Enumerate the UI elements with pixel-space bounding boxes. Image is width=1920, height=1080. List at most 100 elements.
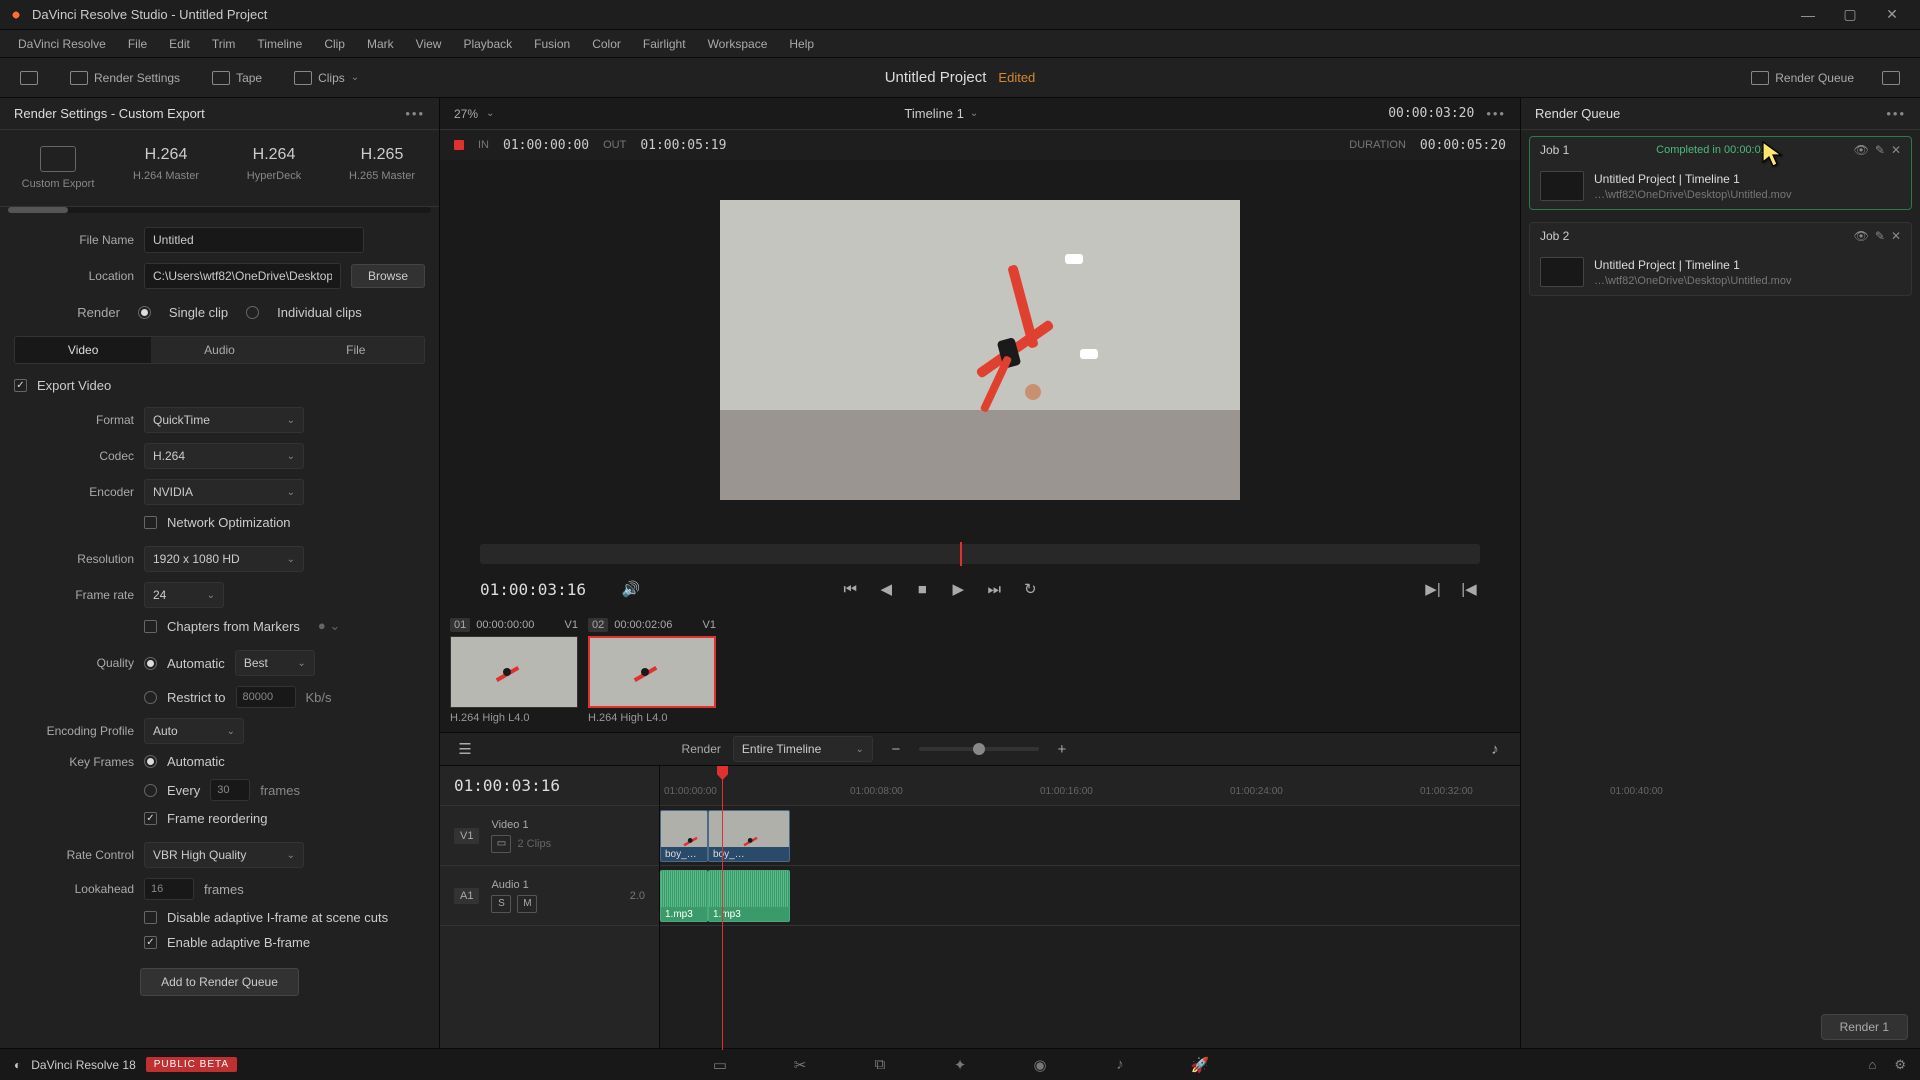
mute-button[interactable]: M	[517, 895, 537, 913]
playhead[interactable]	[722, 766, 723, 1050]
tab-file[interactable]: File	[288, 337, 424, 363]
remove-job-icon[interactable]: ✕	[1891, 143, 1901, 157]
ratecontrol-select[interactable]: VBR High Quality⌄	[144, 842, 304, 868]
edit-job-icon[interactable]: ✎	[1875, 229, 1885, 243]
menu-file[interactable]: File	[118, 33, 157, 55]
audio-track-header[interactable]: A1 Audio 1SM 2.0	[440, 866, 659, 926]
solo-button[interactable]: S	[491, 895, 511, 913]
encprofile-select[interactable]: Auto⌄	[144, 718, 244, 744]
kf-auto-radio[interactable]	[144, 755, 157, 768]
preset-h264[interactable]: H.264H.264 Master	[116, 142, 216, 194]
reveal-icon[interactable]: 👁	[1854, 229, 1869, 243]
edit-page-icon[interactable]: ⧉	[870, 1056, 890, 1074]
zoom-slider[interactable]	[919, 747, 1039, 751]
video-track-lane[interactable]: boy_… boy_…21827_…	[660, 806, 1520, 866]
mark-in-icon[interactable]: ▶|	[1422, 578, 1444, 600]
menu-edit[interactable]: Edit	[159, 33, 200, 55]
zoom-out-icon[interactable]: −	[885, 738, 907, 760]
lookahead-input[interactable]	[144, 878, 194, 900]
codec-select[interactable]: H.264⌄	[144, 443, 304, 469]
clips-button[interactable]: Clips⌄	[286, 67, 367, 89]
color-page-icon[interactable]: ◉	[1030, 1056, 1050, 1074]
stop-icon[interactable]: ■	[911, 578, 933, 600]
viewer-scrubber[interactable]	[480, 544, 1480, 564]
zoom-dropdown[interactable]: 27%⌄	[454, 107, 494, 121]
job-2[interactable]: Job 2 👁✎✕ Untitled Project | Timeline 1……	[1529, 222, 1912, 296]
audio-track-lane[interactable]: 1.mp3 1.mp3	[660, 866, 1520, 926]
render-queue-toggle[interactable]: Render Queue	[1743, 67, 1862, 89]
network-opt-check[interactable]	[144, 516, 157, 529]
enable-b-check[interactable]	[144, 936, 157, 949]
format-select[interactable]: QuickTime⌄	[144, 407, 304, 433]
preset-hyperdeck[interactable]: H.264HyperDeck	[224, 142, 324, 194]
menu-workspace[interactable]: Workspace	[698, 33, 778, 55]
clip-card-2[interactable]: 0200:00:02:06V1 H.264 High L4.0	[588, 618, 716, 724]
fairlight-page-icon[interactable]: ♪	[1110, 1056, 1130, 1074]
preset-h265[interactable]: H.265H.265 Master	[332, 142, 432, 194]
frame-reorder-check[interactable]	[144, 812, 157, 825]
queue-menu-icon[interactable]: •••	[1886, 106, 1906, 121]
panel-menu-icon[interactable]: •••	[405, 106, 425, 121]
menu-view[interactable]: View	[406, 33, 452, 55]
menu-playback[interactable]: Playback	[453, 33, 522, 55]
menu-trim[interactable]: Trim	[202, 33, 246, 55]
home-icon[interactable]: ⌂	[1868, 1057, 1876, 1073]
maximize-button[interactable]: ▢	[1830, 3, 1870, 27]
single-clip-radio[interactable]	[138, 306, 151, 319]
deliver-page-icon[interactable]: 🚀	[1190, 1056, 1210, 1074]
prev-frame-icon[interactable]: ◀	[875, 578, 897, 600]
media-page-icon[interactable]: ▭	[710, 1056, 730, 1074]
mark-out-icon[interactable]: |◀	[1458, 578, 1480, 600]
audio-clip-2[interactable]: 1.mp3	[708, 870, 790, 922]
volume-icon[interactable]: 🔊	[620, 578, 642, 600]
cut-page-icon[interactable]: ✂	[790, 1056, 810, 1074]
framerate-select[interactable]: 24⌄	[144, 582, 224, 608]
next-frame-icon[interactable]: ⏭	[983, 578, 1005, 600]
first-frame-icon[interactable]: ⏮	[839, 578, 861, 600]
kf-every-radio[interactable]	[144, 784, 157, 797]
play-icon[interactable]: ▶	[947, 578, 969, 600]
close-button[interactable]: ✕	[1872, 3, 1912, 27]
tape-button[interactable]: Tape	[204, 67, 270, 89]
kf-input[interactable]	[210, 779, 250, 801]
expand-button[interactable]	[1874, 67, 1908, 89]
timeline-ruler[interactable]: 01:00:00:00 01:00:08:00 01:00:16:00 01:0…	[660, 766, 1520, 806]
render-button[interactable]: Render 1	[1821, 1014, 1908, 1040]
fullscreen-button[interactable]	[12, 67, 46, 89]
restrict-input[interactable]	[236, 686, 296, 708]
render-settings-button[interactable]: Render Settings	[62, 67, 188, 89]
encoder-select[interactable]: NVIDIA⌄	[144, 479, 304, 505]
export-video-check[interactable]	[14, 379, 27, 392]
resolution-select[interactable]: 1920 x 1080 HD⌄	[144, 546, 304, 572]
browse-button[interactable]: Browse	[351, 264, 425, 288]
preset-scrollbar[interactable]	[8, 207, 431, 213]
video-enable-icon[interactable]: ▭	[491, 835, 511, 853]
tab-audio[interactable]: Audio	[151, 337, 287, 363]
filename-input[interactable]	[144, 227, 364, 253]
video-clip-2[interactable]: boy_…21827_…	[708, 810, 790, 862]
render-scope-select[interactable]: Entire Timeline⌄	[733, 736, 873, 762]
timeline-view-icon[interactable]: ☰	[454, 738, 476, 760]
individual-clips-radio[interactable]	[246, 306, 259, 319]
menu-fusion[interactable]: Fusion	[524, 33, 580, 55]
zoom-in-icon[interactable]: +	[1051, 738, 1073, 760]
reveal-icon[interactable]: 👁	[1854, 143, 1869, 157]
menu-timeline[interactable]: Timeline	[247, 33, 312, 55]
settings-icon[interactable]: ⚙	[1894, 1057, 1906, 1073]
chapters-check[interactable]	[144, 620, 157, 633]
quality-auto-radio[interactable]	[144, 657, 157, 670]
fusion-page-icon[interactable]: ✦	[950, 1056, 970, 1074]
audio-clip-1[interactable]: 1.mp3	[660, 870, 708, 922]
menu-clip[interactable]: Clip	[314, 33, 355, 55]
clip-card-1[interactable]: 0100:00:00:00V1 H.264 High L4.0	[450, 618, 578, 724]
job-1[interactable]: Job 1 Completed in 00:00:01 👁✎✕ Untitled…	[1529, 136, 1912, 210]
edit-job-icon[interactable]: ✎	[1875, 143, 1885, 157]
menu-fairlight[interactable]: Fairlight	[633, 33, 696, 55]
loop-icon[interactable]: ↻	[1019, 578, 1041, 600]
restrict-radio[interactable]	[144, 691, 157, 704]
timeline-name-dropdown[interactable]: Timeline 1⌄	[904, 106, 978, 121]
preset-custom[interactable]: Custom Export	[8, 142, 108, 194]
menu-davinci[interactable]: DaVinci Resolve	[8, 33, 116, 55]
location-input[interactable]	[144, 263, 341, 289]
tab-video[interactable]: Video	[15, 337, 151, 363]
